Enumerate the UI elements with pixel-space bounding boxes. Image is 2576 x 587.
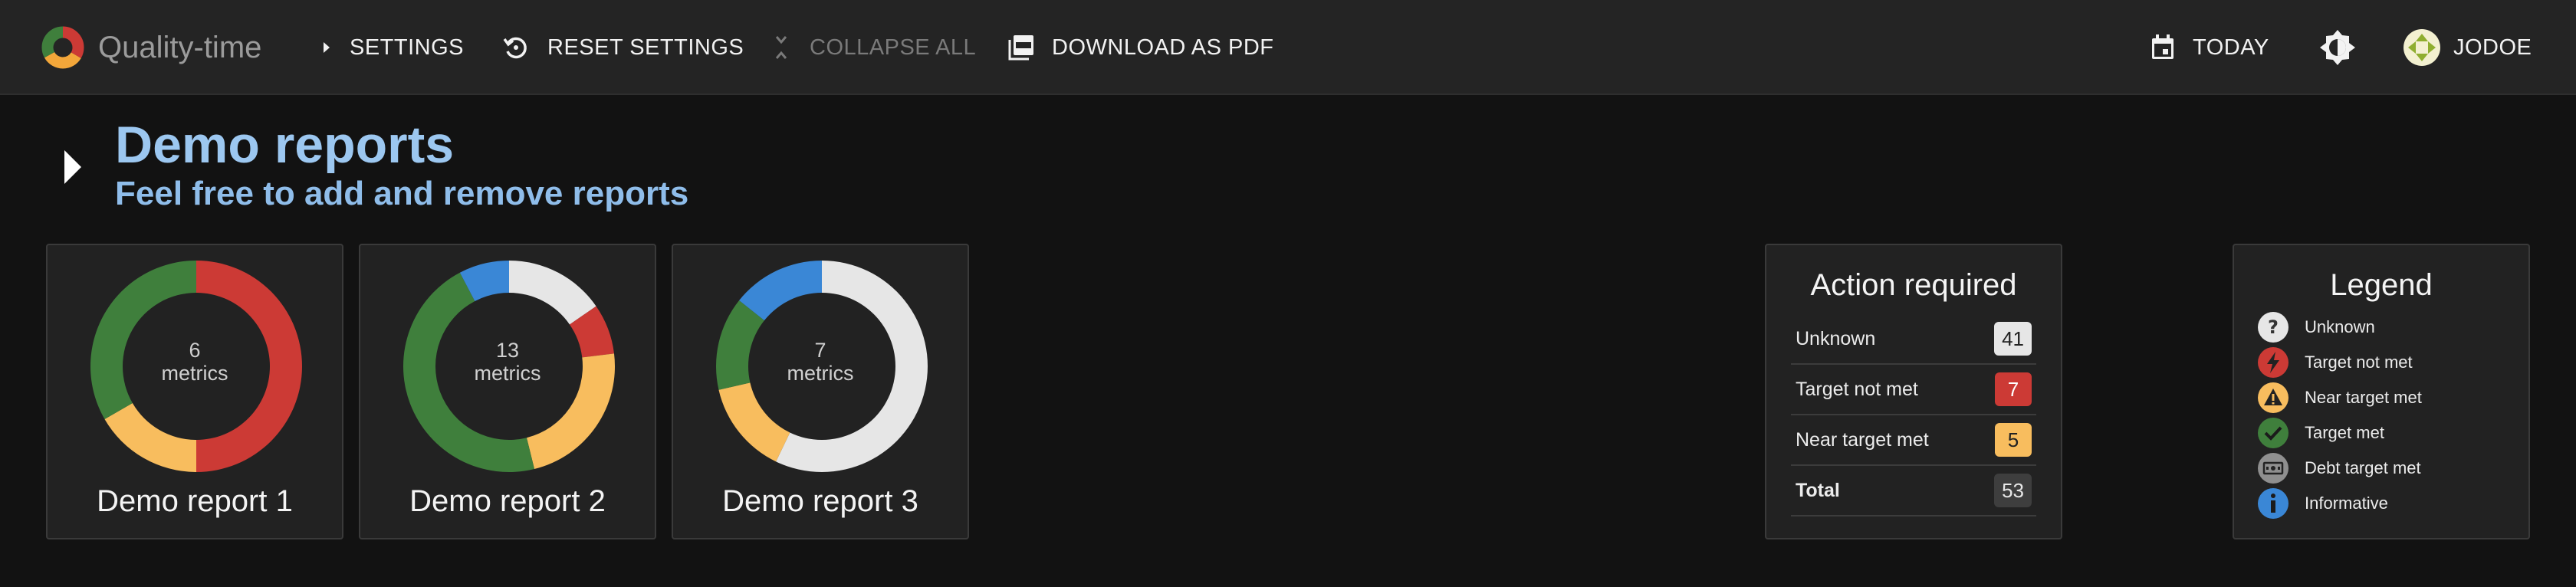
user-menu-button[interactable]: JODOE [2403,0,2532,95]
legend-item: Near target met [2257,380,2422,415]
calendar-icon [2152,34,2174,59]
quality-time-logo-icon [41,26,84,69]
settings-label: Settings [350,34,465,60]
count-badge: 53 [1994,474,2032,507]
action-required-title: Action required [1810,268,2017,302]
row-label: Unknown [1796,327,1876,349]
collapse-all-label: Collapse all [810,34,977,60]
check-icon [2258,418,2288,448]
legend-item: Informative [2257,486,2422,521]
metrics-count-value: 7 [814,339,826,362]
legend-item: Debt target met [2257,451,2422,486]
collapse-icon [775,36,787,59]
report-title: Demo report 1 [97,484,293,518]
money-icon [2258,453,2288,484]
date-picker-button[interactable]: Today [2150,0,2269,95]
warning-icon [2258,382,2288,413]
metrics-count-value: 6 [189,339,201,362]
app-name: Quality-time [98,30,262,64]
question-icon: ? [2258,312,2288,343]
report-card-2[interactable]: 13 metrics Demo report 2 [359,244,656,539]
donut-segment-near-target-met[interactable] [104,403,196,472]
download-pdf-label: Download as PDF [1052,34,1274,60]
table-row: Target not met 7 [1791,365,2036,415]
menu-bar: Quality-time Settings Reset settings Col… [0,0,2576,95]
avatar [2404,29,2440,66]
report-card-3[interactable]: 7 metrics Demo report 3 [672,244,969,539]
report-title: Demo report 3 [722,484,918,518]
row-label: Target not met [1796,378,1918,400]
legend-label: Near target met [2305,388,2422,407]
metrics-count-unit: metrics [161,362,228,385]
reset-settings-label: Reset settings [547,34,744,60]
brightness-icon [2320,30,2355,65]
bolt-icon [2258,347,2288,378]
reset-settings-button[interactable]: Reset settings [501,0,744,95]
metrics-count: 13 metrics [360,339,655,385]
legend-item: Target met [2257,415,2422,451]
report-card-1[interactable]: 6 metrics Demo report 1 [46,244,343,539]
metrics-count-unit: metrics [787,362,854,385]
table-row: Unknown 41 [1791,314,2036,365]
legend-label: Target met [2305,423,2384,442]
table-row-total: Total 53 [1791,466,2036,516]
row-label: Near target met [1796,428,1929,451]
svg-text:?: ? [2268,316,2279,338]
metrics-count-unit: metrics [474,362,541,385]
metrics-count: 7 metrics [673,339,968,385]
table-row: Near target met 5 [1791,415,2036,466]
pdf-icon [1008,35,1033,61]
count-badge: 41 [1994,322,2032,356]
action-required-card: Action required Unknown 41 Target not me… [1765,244,2062,539]
download-pdf-button[interactable]: Download as PDF [1007,0,1274,95]
reset-icon [503,37,527,59]
info-icon [2258,488,2288,519]
legend-list: ? Unknown Target not met Near target met [2257,310,2422,521]
legend-item: Target not met [2257,345,2422,380]
legend-label: Debt target met [2305,458,2421,477]
page-title: Demo reports [115,116,455,174]
legend-label: Unknown [2305,317,2375,336]
settings-button[interactable]: Settings [320,0,464,95]
donut-segment-unknown[interactable] [509,261,596,325]
user-name: JODOE [2453,34,2532,60]
caret-right-icon [324,42,330,53]
legend-title: Legend [2330,268,2433,302]
page-subtitle: Feel free to add and remove reports [115,175,689,212]
legend-label: Informative [2305,494,2388,513]
today-label: Today [2193,34,2269,60]
legend-card: Legend ? Unknown Target not met Near tar… [2233,244,2530,539]
count-badge: 7 [1995,372,2032,406]
row-label: Total [1796,479,1840,501]
count-badge: 5 [1995,423,2032,457]
report-title: Demo report 2 [409,484,606,518]
metrics-count-value: 13 [495,339,520,362]
expand-header-icon[interactable] [61,149,84,185]
app-logo-link[interactable]: Quality-time [41,0,261,95]
legend-label: Target not met [2305,353,2413,372]
collapse-all-button[interactable]: Collapse all [770,0,976,95]
legend-item: ? Unknown [2257,310,2422,345]
metrics-count: 6 metrics [48,339,342,385]
donut-segment-near-target-met[interactable] [718,382,790,462]
theme-toggle-button[interactable] [2318,0,2357,95]
action-required-table: Unknown 41 Target not met 7 Near target … [1791,314,2036,516]
